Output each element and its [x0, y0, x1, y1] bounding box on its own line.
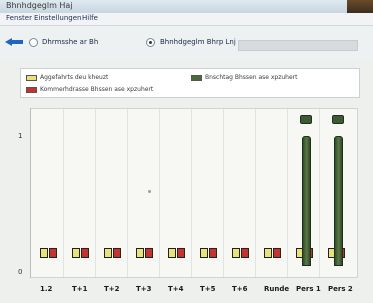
y-axis-line: [30, 108, 31, 278]
x-tick-label: T+2: [104, 285, 120, 293]
radio-option-1[interactable]: [29, 38, 38, 47]
toolbar: Dhrmsshe ar Bh Bhnhdgeglm Bhrp Lnj: [0, 26, 373, 60]
menu-item-help[interactable]: Hilfe: [82, 14, 98, 22]
bar-top-badge: [300, 115, 312, 124]
status-marker-red: [81, 248, 89, 258]
radio-option-2[interactable]: [146, 38, 155, 47]
x-tick-label: 1.2: [40, 285, 53, 293]
window-title: Bhnhdgeglm Haj: [6, 1, 73, 10]
chart-cursor-dot: [148, 190, 151, 193]
series-bar: [302, 136, 311, 266]
status-marker-yellow: [104, 248, 112, 258]
grid-line: [127, 109, 128, 277]
back-arrow-icon[interactable]: [4, 37, 24, 47]
status-marker-red: [241, 248, 249, 258]
title-bar: Bhnhdgeglm Haj: [0, 0, 373, 13]
radio-option-2-label: Bhnhdgeglm Bhrp Lnj: [160, 38, 236, 46]
status-marker-red: [177, 248, 185, 258]
y-tick-label: 1: [18, 132, 23, 140]
filter-input[interactable]: [238, 40, 358, 51]
status-marker-red: [113, 248, 121, 258]
status-marker-red: [49, 248, 57, 258]
x-tick-label: Runde: [264, 285, 290, 293]
window-corner-decoration: [347, 0, 373, 13]
grid-line: [319, 109, 320, 277]
radio-option-1-label: Dhrmsshe ar Bh: [42, 38, 99, 46]
x-tick-label: T+3: [136, 285, 152, 293]
legend-label: Kommerhdrasse Bhssen ase xpzuhert: [40, 86, 154, 93]
menu-item-settings[interactable]: Einstellungen: [34, 14, 81, 22]
bar-top-badge: [332, 115, 344, 124]
legend-label: Aggefahrts deu kheuzt: [40, 74, 109, 81]
status-marker-yellow: [200, 248, 208, 258]
status-marker-yellow: [264, 248, 272, 258]
legend-swatch: [26, 87, 37, 93]
status-marker-red: [209, 248, 217, 258]
legend-swatch: [191, 75, 202, 81]
x-tick-label: T+6: [232, 285, 248, 293]
status-marker-yellow: [72, 248, 80, 258]
menu-item-file[interactable]: Fenster: [6, 14, 32, 22]
grid-line: [63, 109, 64, 277]
status-marker-red: [145, 248, 153, 258]
x-tick-label: T+1: [72, 285, 88, 293]
status-marker-yellow: [168, 248, 176, 258]
x-tick-label: Pers 1: [296, 285, 321, 293]
status-marker-yellow: [136, 248, 144, 258]
x-tick-label: T+5: [200, 285, 216, 293]
x-tick-label: Pers 2: [328, 285, 353, 293]
grid-line: [159, 109, 160, 277]
grid-line: [95, 109, 96, 277]
grid-line: [223, 109, 224, 277]
status-marker-yellow: [40, 248, 48, 258]
legend-label: Bnschtag Bhssen ase xpzuhert: [205, 74, 298, 81]
status-marker-yellow: [232, 248, 240, 258]
y-tick-label: 0: [18, 268, 23, 276]
legend-swatch: [26, 75, 37, 81]
status-marker-red: [273, 248, 281, 258]
x-tick-label: T+4: [168, 285, 184, 293]
grid-line: [287, 109, 288, 277]
menu-bar: Fenster Einstellungen Hilfe: [0, 13, 373, 26]
chart-legend: Aggefahrts deu kheuzt Bnschtag Bhssen as…: [20, 68, 360, 98]
grid-line: [255, 109, 256, 277]
application-window: Bhnhdgeglm Haj Fenster Einstellungen Hil…: [0, 0, 373, 303]
grid-line: [191, 109, 192, 277]
series-bar: [334, 136, 343, 266]
